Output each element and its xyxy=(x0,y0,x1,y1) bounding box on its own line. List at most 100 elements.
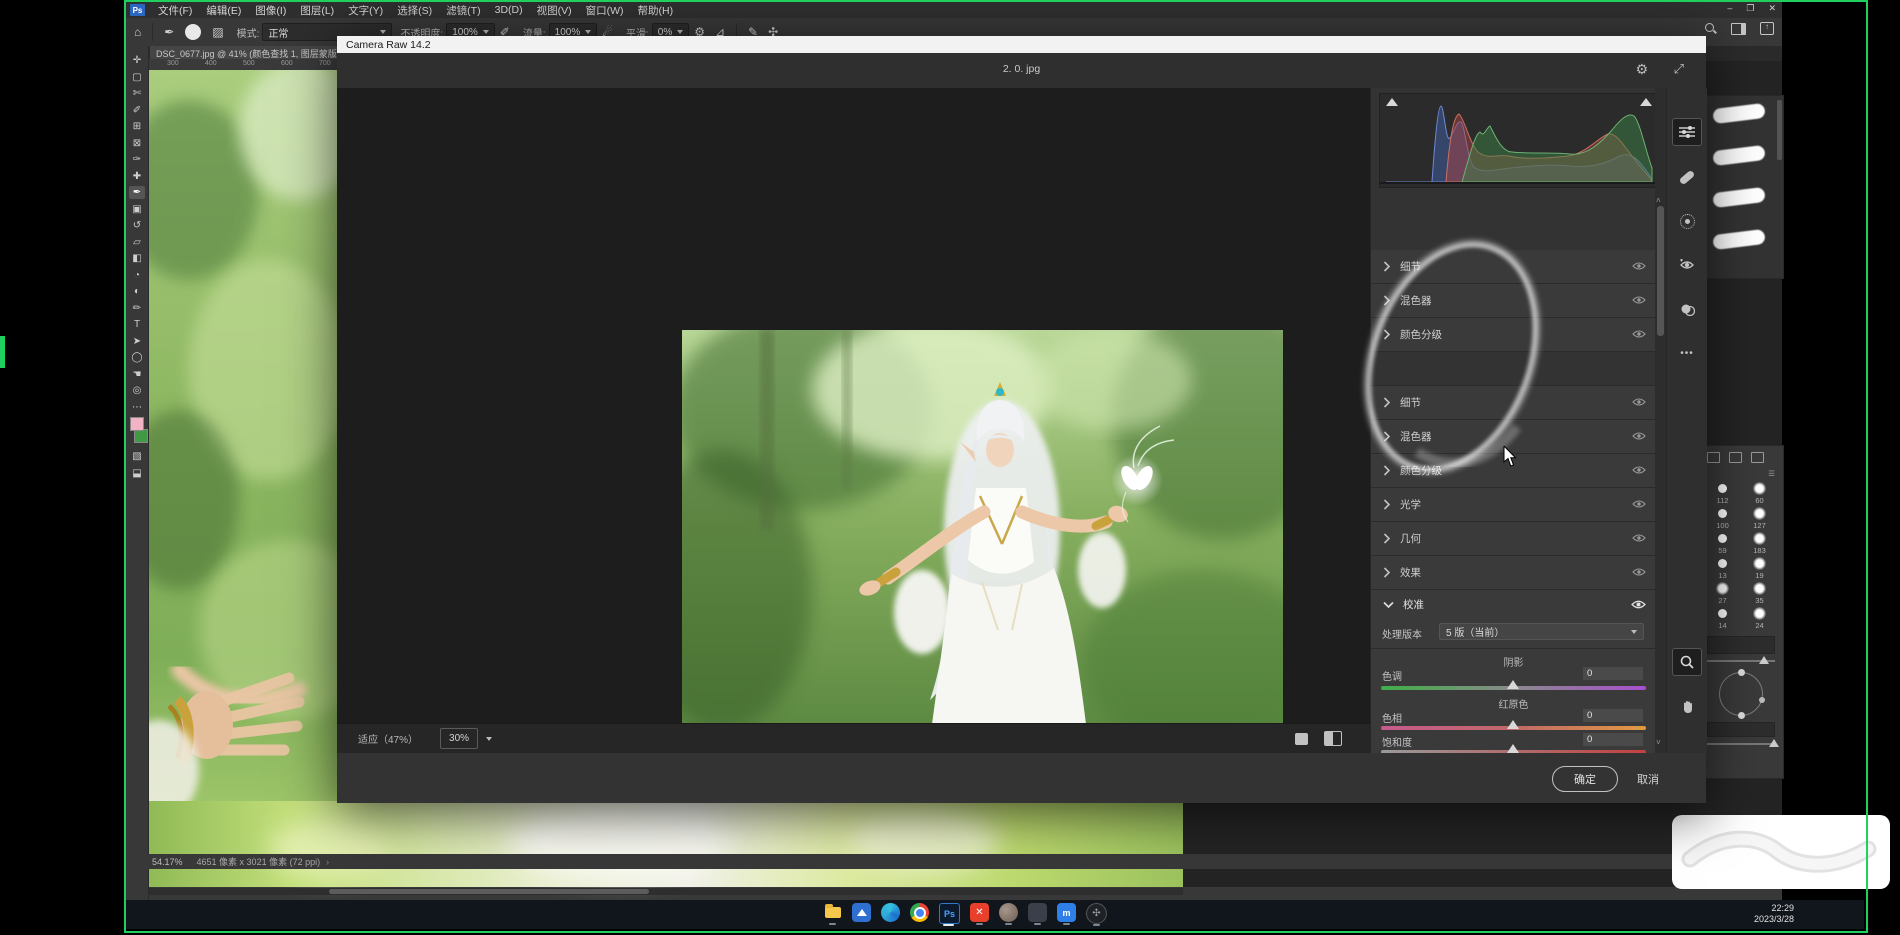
blue-app-icon[interactable]: m xyxy=(1057,903,1076,922)
masking-icon[interactable] xyxy=(1673,208,1701,234)
path-select-tool[interactable]: ➤ xyxy=(129,335,145,348)
brush-stroke-thumb[interactable] xyxy=(1712,187,1765,208)
eye-icon[interactable] xyxy=(1632,295,1646,305)
screen-mode-button[interactable]: ⬓ xyxy=(129,467,145,480)
eye-icon[interactable] xyxy=(1632,261,1646,271)
brush-stroke-thumb[interactable] xyxy=(1712,103,1765,124)
panel-menu-icon[interactable]: ☰ xyxy=(1699,469,1783,478)
toggle-brush-panel-icon[interactable]: ▨ xyxy=(212,25,223,39)
eye-icon[interactable] xyxy=(1632,329,1646,339)
pen-tool[interactable]: ✏ xyxy=(129,302,145,315)
tint-slider-thumb[interactable] xyxy=(1507,680,1519,689)
quick-mask-button[interactable]: ▧ xyxy=(129,450,145,463)
brush-thumb[interactable] xyxy=(1753,557,1766,570)
brush-thumb[interactable] xyxy=(1753,607,1766,620)
hue-slider[interactable] xyxy=(1381,726,1646,730)
spacing-slider[interactable] xyxy=(1707,739,1775,749)
camera-raw-preview[interactable]: 适应（47%） 30% xyxy=(337,88,1370,753)
menu-image[interactable]: 图像(I) xyxy=(248,2,293,19)
file-explorer-icon[interactable] xyxy=(823,903,842,922)
history-brush-tool[interactable]: ↺ xyxy=(129,219,145,232)
brush-thumb[interactable] xyxy=(1718,509,1727,518)
menu-filter[interactable]: 滤镜(T) xyxy=(439,2,487,19)
minimize-button[interactable]: – xyxy=(1727,3,1732,14)
eye-icon[interactable] xyxy=(1631,599,1646,610)
menu-select[interactable]: 选择(S) xyxy=(390,2,439,19)
eye-icon[interactable] xyxy=(1632,567,1646,577)
panel-scrollbar[interactable] xyxy=(1777,100,1782,160)
brush-thumb[interactable] xyxy=(1718,534,1727,543)
dodge-tool[interactable]: ◐ xyxy=(129,285,145,298)
healing-tool[interactable]: ✚ xyxy=(129,170,145,183)
scroll-down-icon[interactable]: ˅ xyxy=(1656,738,1661,747)
presets-icon[interactable] xyxy=(1673,296,1701,322)
status-flyout-icon[interactable]: › xyxy=(326,857,329,867)
brush-stroke-thumb[interactable] xyxy=(1712,229,1765,250)
brush-thumb[interactable] xyxy=(1753,582,1766,595)
panel-section-effects[interactable]: 效果 xyxy=(1371,556,1656,590)
close-button[interactable]: ✕ xyxy=(1768,3,1776,14)
tint-value[interactable]: 0 xyxy=(1582,666,1644,681)
panel-section-mixer[interactable]: 混色器 xyxy=(1371,420,1656,454)
panel-section-color-grading[interactable]: 颜色分级 xyxy=(1371,454,1656,488)
red-app-icon[interactable]: ✕ xyxy=(970,903,989,922)
dark-app-icon[interactable] xyxy=(1028,903,1047,922)
gear-icon[interactable]: ⚙ xyxy=(1635,61,1648,78)
gradient-tool[interactable]: ◧ xyxy=(129,252,145,265)
panel-section-color-grading[interactable]: 颜色分级 xyxy=(1371,318,1656,352)
fit-view-button[interactable]: 适应（47%） xyxy=(358,731,418,746)
foreground-color-swatch[interactable] xyxy=(130,417,144,431)
shadow-clipping-icon[interactable] xyxy=(1386,98,1398,106)
more-options-icon[interactable]: ••• xyxy=(1673,340,1701,366)
preview-toggle-icon[interactable] xyxy=(1295,733,1308,745)
new-preset-icon[interactable] xyxy=(1729,452,1742,463)
menu-view[interactable]: 视图(V) xyxy=(530,2,579,19)
frame-tool[interactable]: ⊠ xyxy=(129,137,145,150)
home-icon[interactable]: ⌂ xyxy=(134,25,141,39)
hand-tool[interactable]: ☚ xyxy=(129,368,145,381)
panel-section-detail[interactable]: 细节 xyxy=(1371,250,1656,284)
red-eye-icon[interactable] xyxy=(1673,252,1701,278)
hue-value[interactable]: 0 xyxy=(1582,708,1644,723)
zoom-level-field[interactable]: 30% xyxy=(440,728,478,749)
zoom-dropdown-icon[interactable] xyxy=(486,737,492,741)
restore-button[interactable]: ❐ xyxy=(1746,3,1754,14)
size-field[interactable] xyxy=(1707,636,1775,654)
calibration-header[interactable]: 校准 xyxy=(1371,590,1656,618)
roundness-field[interactable] xyxy=(1707,722,1775,737)
eye-icon[interactable] xyxy=(1632,533,1646,543)
menu-3d[interactable]: 3D(D) xyxy=(488,3,530,17)
brush-preset-picker[interactable] xyxy=(185,24,201,40)
lasso-tool[interactable]: ✄ xyxy=(129,87,145,100)
eye-icon[interactable] xyxy=(1632,499,1646,509)
brush-thumb[interactable] xyxy=(1753,532,1766,545)
menu-file[interactable]: 文件(F) xyxy=(151,2,199,19)
utility-app-icon[interactable]: ✣ xyxy=(1086,903,1107,924)
eyedropper-tool[interactable]: ✑ xyxy=(129,153,145,166)
horizontal-scrollbar[interactable] xyxy=(149,888,1183,895)
camera-raw-titlebar[interactable]: Camera Raw 14.2 xyxy=(337,36,1706,53)
photos-app-icon[interactable] xyxy=(852,903,871,922)
ok-button[interactable]: 确定 xyxy=(1552,766,1618,792)
zoom-tool-icon[interactable] xyxy=(1672,648,1702,676)
brush-thumb[interactable] xyxy=(1716,582,1729,595)
zoom-percent[interactable]: 54.17% xyxy=(152,857,183,867)
type-tool[interactable]: T xyxy=(129,318,145,331)
panel-section-geometry[interactable]: 几何 xyxy=(1371,522,1656,556)
eye-icon[interactable] xyxy=(1632,431,1646,441)
brush-tool[interactable]: ✒ xyxy=(129,186,145,199)
chrome-browser-icon[interactable] xyxy=(910,903,929,922)
before-after-icon[interactable] xyxy=(1324,731,1342,746)
histogram[interactable] xyxy=(1379,93,1659,188)
brush-thumb[interactable] xyxy=(1753,482,1766,495)
workspace-layout-icon[interactable] xyxy=(1731,23,1746,35)
panel-scrollbar[interactable]: ˄ ˅ xyxy=(1655,88,1666,753)
panel-section-optics[interactable]: 光学 xyxy=(1371,488,1656,522)
taskbar-clock[interactable]: 22:29 2023/3/28 xyxy=(1754,903,1794,925)
move-tool[interactable]: ✛ xyxy=(129,54,145,67)
hue-slider-thumb[interactable] xyxy=(1507,720,1519,729)
photoshop-taskbar-icon[interactable]: Ps xyxy=(939,903,960,924)
edge-browser-icon[interactable] xyxy=(881,903,900,922)
brush-thumb[interactable] xyxy=(1753,507,1766,520)
eye-icon[interactable] xyxy=(1632,397,1646,407)
